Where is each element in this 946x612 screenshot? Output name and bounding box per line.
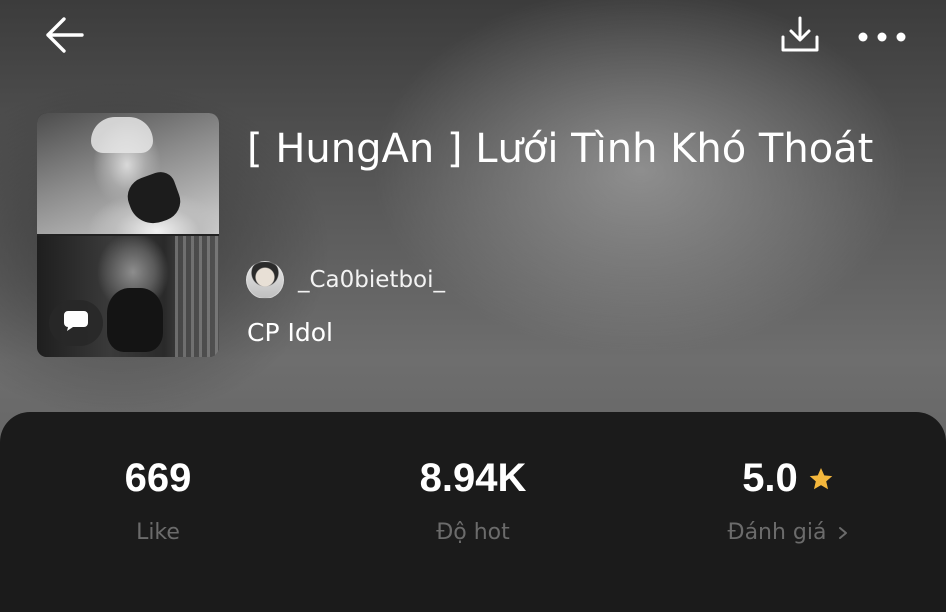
hot-label: Độ hot xyxy=(436,520,510,545)
chevron-right-icon xyxy=(838,526,848,540)
more-horizontal-icon xyxy=(857,28,907,47)
cover-stripes xyxy=(175,236,219,357)
rating-label: Đánh giá xyxy=(727,520,827,545)
download-icon xyxy=(779,15,821,59)
cover-figure-hand xyxy=(107,288,163,352)
category-tag[interactable]: CP Idol xyxy=(247,318,333,347)
rating-value: 5.0 xyxy=(742,456,798,500)
download-button[interactable] xyxy=(770,10,830,64)
cover-figure-glove xyxy=(122,167,186,231)
rating-value-row: 5.0 xyxy=(668,456,908,501)
top-bar xyxy=(0,0,946,78)
likes-label: Like xyxy=(136,520,180,545)
comment-bubble-icon xyxy=(62,309,90,337)
comment-button[interactable] xyxy=(49,300,103,346)
back-button[interactable] xyxy=(36,12,92,62)
cover-photo-top xyxy=(37,113,219,234)
author-link[interactable]: _Ca0bietboi_ xyxy=(246,261,446,299)
more-options-button[interactable] xyxy=(850,14,914,60)
likes-count: 669 xyxy=(124,456,192,500)
rating-label-row: Đánh giá xyxy=(668,520,908,545)
arrow-left-icon xyxy=(44,16,84,58)
story-cover[interactable] xyxy=(37,113,219,357)
author-name: _Ca0bietboi_ xyxy=(298,267,446,293)
cover-figure-hair xyxy=(91,117,153,153)
avatar xyxy=(246,261,284,299)
star-icon xyxy=(808,466,834,492)
hot-count: 8.94K xyxy=(419,456,527,500)
story-title: [ HungAn ] Lưới Tình Khó Thoát xyxy=(247,126,874,172)
stats-panel: 669 Like 8.94K Độ hot 5.0 Đánh giá xyxy=(0,412,946,612)
